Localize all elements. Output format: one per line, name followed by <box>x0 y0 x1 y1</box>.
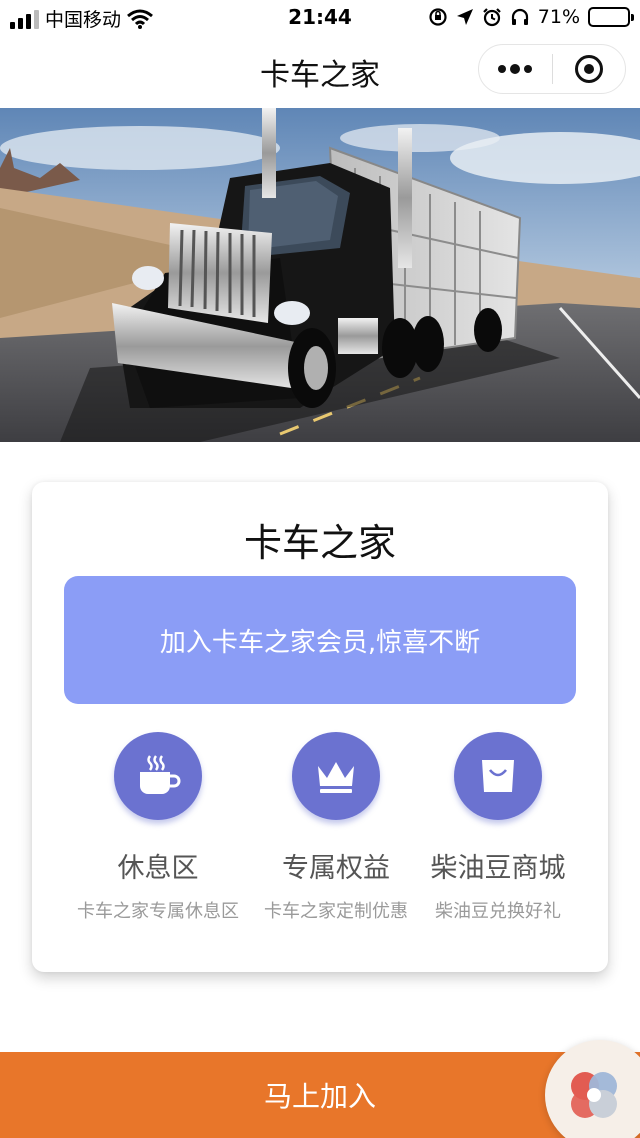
feature-title: 柴油豆商城 <box>430 853 566 884</box>
alarm-icon <box>482 8 501 27</box>
more-dots-icon <box>498 64 533 74</box>
coffee-cup-icon <box>140 755 181 794</box>
truck-photo <box>0 108 640 442</box>
battery-percent: 71% <box>537 6 580 28</box>
status-right: 71% <box>428 6 634 28</box>
join-now-button[interactable]: 马上加入 <box>0 1052 640 1138</box>
more-button[interactable] <box>479 45 552 93</box>
location-icon <box>456 9 473 25</box>
feature-title: 休息区 <box>117 853 199 884</box>
feature-subtitle: 柴油豆兑换好礼 <box>435 901 561 922</box>
feature-icon-circle <box>114 732 202 820</box>
feature-title: 专属权益 <box>282 853 390 884</box>
feature-icon-circle <box>292 732 380 820</box>
orientation-lock-icon <box>429 8 447 26</box>
join-member-banner[interactable]: 加入卡车之家会员,惊喜不断 <box>64 576 576 704</box>
headphones-icon <box>511 8 528 25</box>
feature-diesel-bean-mall[interactable]: 柴油豆商城 柴油豆兑换好礼 <box>408 732 588 923</box>
join-now-label: 马上加入 <box>263 1080 376 1113</box>
join-member-label: 加入卡车之家会员,惊喜不断 <box>159 627 481 658</box>
hero-banner <box>0 108 640 442</box>
menu-capsule <box>478 44 626 94</box>
crown-icon <box>318 762 354 793</box>
mini-program-screen: 中国移动 21:44 71% 卡车之家 卡车之家 加入卡车之家会员,惊喜不断 休… <box>0 0 640 1138</box>
status-bar: 中国移动 21:44 71% <box>0 0 640 36</box>
feature-subtitle: 卡车之家定制优惠 <box>264 901 408 922</box>
feature-rest-area[interactable]: 休息区 卡车之家专属休息区 <box>68 732 248 923</box>
feature-icon-circle <box>454 732 542 820</box>
nav-bar: 卡车之家 <box>0 36 640 108</box>
card-title: 卡车之家 <box>243 521 396 565</box>
pinwheel-logo-icon <box>571 1072 617 1118</box>
target-icon <box>574 55 603 83</box>
battery-icon <box>588 7 634 27</box>
close-button[interactable] <box>553 45 626 93</box>
feature-subtitle: 卡车之家专属休息区 <box>77 901 239 922</box>
shopping-bag-icon <box>482 760 514 792</box>
membership-card: 卡车之家 加入卡车之家会员,惊喜不断 休息区 卡车之家专属休息区 专属权益 卡车… <box>32 482 608 972</box>
feature-exclusive-benefits[interactable]: 专属权益 卡车之家定制优惠 <box>246 732 426 923</box>
